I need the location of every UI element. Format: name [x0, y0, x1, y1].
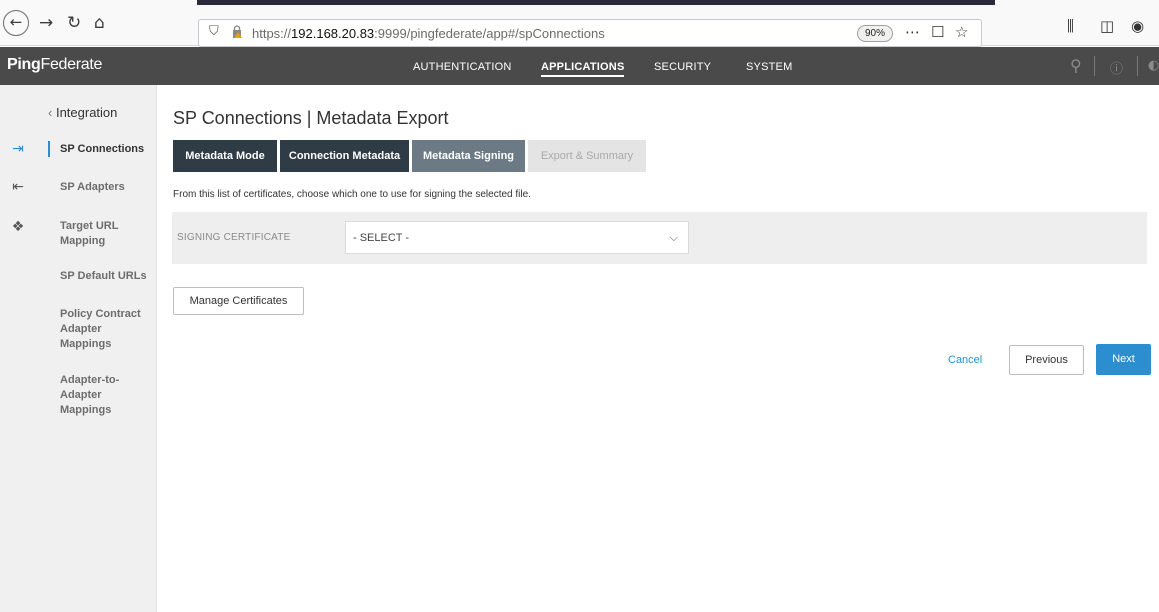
logo-bold-text: Ping	[7, 56, 41, 73]
page-title: SP Connections | Metadata Export	[173, 108, 449, 128]
next-button[interactable]: Next	[1096, 344, 1151, 375]
sidebar-item-policy-contract-adapter-mappings[interactable]: Policy Contract Adapter Mappings	[60, 307, 146, 352]
search-icon[interactable]: ⚲	[1070, 56, 1082, 75]
chevron-down-icon: ⌵	[669, 231, 678, 244]
sidebar-item-sp-default-urls[interactable]: SP Default URLs	[60, 269, 152, 284]
sp-adapters-rail-icon[interactable]: ⇤	[10, 179, 26, 195]
sp-connections-rail-icon[interactable]: ⇥	[10, 141, 26, 157]
tab-connection-metadata[interactable]: Connection Metadata	[280, 140, 409, 172]
sidebar-back-label: Integration	[55, 105, 118, 120]
browser-toolbar: ← → ↻ ⌂ ⛉ https://192.168.20.83:9999/pin…	[0, 0, 1159, 47]
zoom-level-badge[interactable]: 90%	[857, 25, 893, 42]
manage-certificates-button[interactable]: Manage Certificates	[173, 287, 304, 315]
pingfederate-logo[interactable]: PingFederate	[7, 56, 102, 74]
page-actions-icon[interactable]: ⋯	[905, 23, 920, 41]
user-icon[interactable]: ◐	[1148, 58, 1159, 73]
category-icon-rail: ⇥ ⇤ ❖	[0, 85, 38, 612]
url-protocol: https://	[252, 26, 292, 41]
forward-arrow-icon[interactable]: →	[39, 13, 53, 33]
tab-export-summary[interactable]: Export & Summary	[528, 140, 646, 172]
signing-certificate-label: SIGNING CERTIFICATE	[177, 232, 291, 243]
url-host: 192.168.20.83	[291, 26, 375, 41]
home-icon[interactable]: ⌂	[94, 13, 105, 33]
app-header: PingFederate AUTHENTICATION APPLICATIONS…	[0, 47, 1159, 85]
sidebar: ‹ Integration SP Connections SP Adapters…	[38, 85, 157, 612]
sidebar-item-sp-connections[interactable]: SP Connections	[48, 141, 152, 157]
nav-authentication[interactable]: AUTHENTICATION	[413, 61, 512, 73]
library-icon[interactable]: ⫼	[1067, 17, 1074, 35]
account-icon[interactable]: ◉	[1131, 17, 1144, 35]
header-divider	[1137, 56, 1138, 76]
sidebar-item-sp-adapters[interactable]: SP Adapters	[60, 180, 152, 195]
bookmark-star-icon[interactable]: ☆	[955, 23, 968, 41]
chevron-left-icon: ‹	[48, 105, 56, 120]
sidebar-back-link[interactable]: ‹ Integration	[48, 105, 117, 120]
help-icon[interactable]: ⓘ	[1110, 58, 1123, 77]
reload-icon[interactable]: ↻	[67, 13, 81, 33]
nav-system[interactable]: SYSTEM	[746, 61, 792, 73]
oauth-rail-icon[interactable]: ❖	[10, 219, 26, 235]
header-divider	[1094, 56, 1095, 76]
signing-certificate-panel: SIGNING CERTIFICATE - SELECT - ⌵	[172, 212, 1147, 264]
url-path: :9999/pingfederate/app#/spConnections	[374, 26, 605, 41]
sidebar-item-target-url-mapping[interactable]: Target URL Mapping	[60, 219, 152, 249]
previous-button[interactable]: Previous	[1009, 345, 1084, 375]
back-arrow-icon[interactable]: ←	[3, 10, 29, 36]
sidebar-toggle-icon[interactable]: ◫	[1100, 17, 1114, 35]
nav-applications[interactable]: APPLICATIONS	[541, 61, 625, 77]
cancel-link[interactable]: Cancel	[948, 354, 982, 366]
tab-metadata-mode[interactable]: Metadata Mode	[173, 140, 277, 172]
tab-metadata-signing[interactable]: Metadata Signing	[412, 140, 525, 172]
pocket-icon[interactable]: ☐	[931, 23, 944, 41]
select-value: - SELECT -	[353, 232, 410, 244]
sidebar-item-adapter-to-adapter-mappings[interactable]: Adapter-to-Adapter Mappings	[60, 373, 130, 418]
url-text: https://192.168.20.83:9999/pingfederate/…	[252, 26, 605, 41]
signing-certificate-select[interactable]: - SELECT - ⌵	[345, 221, 689, 254]
instruction-text: From this list of certificates, choose w…	[173, 189, 531, 200]
logo-text: Federate	[40, 56, 103, 73]
shield-icon[interactable]: ⛉	[209, 24, 219, 39]
lock-warning-icon[interactable]	[232, 25, 242, 38]
nav-security[interactable]: SECURITY	[654, 61, 711, 73]
window-accent-bar	[197, 0, 995, 5]
url-bar[interactable]: ⛉ https://192.168.20.83:9999/pingfederat…	[198, 19, 982, 47]
